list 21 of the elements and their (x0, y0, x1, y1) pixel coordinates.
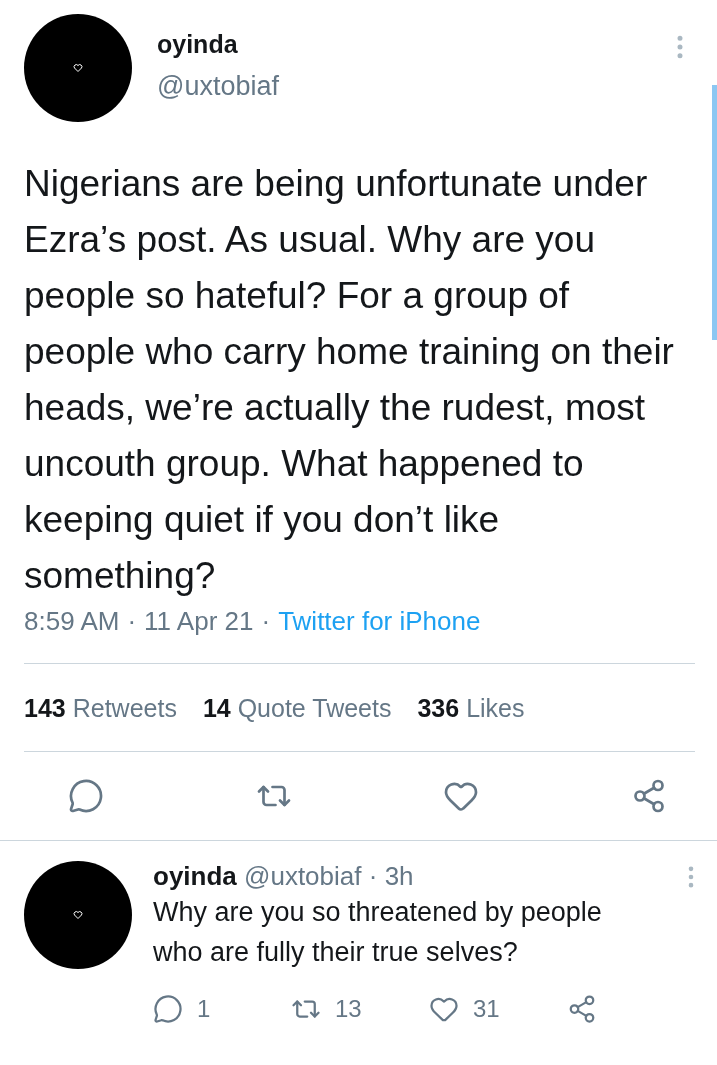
separator-dot: · (127, 606, 137, 637)
reply-header: oyinda @uxtobiaf · 3h (153, 861, 414, 892)
reply-icon[interactable] (68, 778, 104, 814)
share-icon[interactable] (567, 994, 597, 1024)
action-count: 1 (197, 995, 211, 1023)
action-count: 13 (335, 995, 362, 1023)
tweet-date: 11 Apr 21 (144, 606, 254, 637)
engagement-count[interactable]: 336 Likes (417, 694, 525, 723)
tweet-text: Nigerians are being unfortunate under Ezra’s post. As usual. Why are you people so hateful? For a group of people who carry home training on their heads, we’re actually the rudest, most uncouth group. What happened to keeping quiet if you don’t like something? (24, 162, 675, 598)
display-name: oyinda (157, 30, 239, 59)
reply-text: Why are you so threatened by people who are fully their true selves? (153, 896, 603, 969)
user-handle: @uxtobiaf (157, 71, 280, 102)
action-count: 31 (473, 995, 500, 1023)
heart-icon (73, 63, 83, 73)
separator-dot: · (261, 606, 271, 637)
tweet-time: 8:59 AM (24, 606, 120, 637)
scrollbar[interactable] (712, 85, 717, 340)
engagement-count[interactable]: 143 Retweets (24, 694, 177, 723)
heart-icon (73, 910, 83, 920)
reply-icon[interactable] (153, 994, 183, 1024)
engagement-count[interactable]: 14 Quote Tweets (202, 694, 392, 723)
